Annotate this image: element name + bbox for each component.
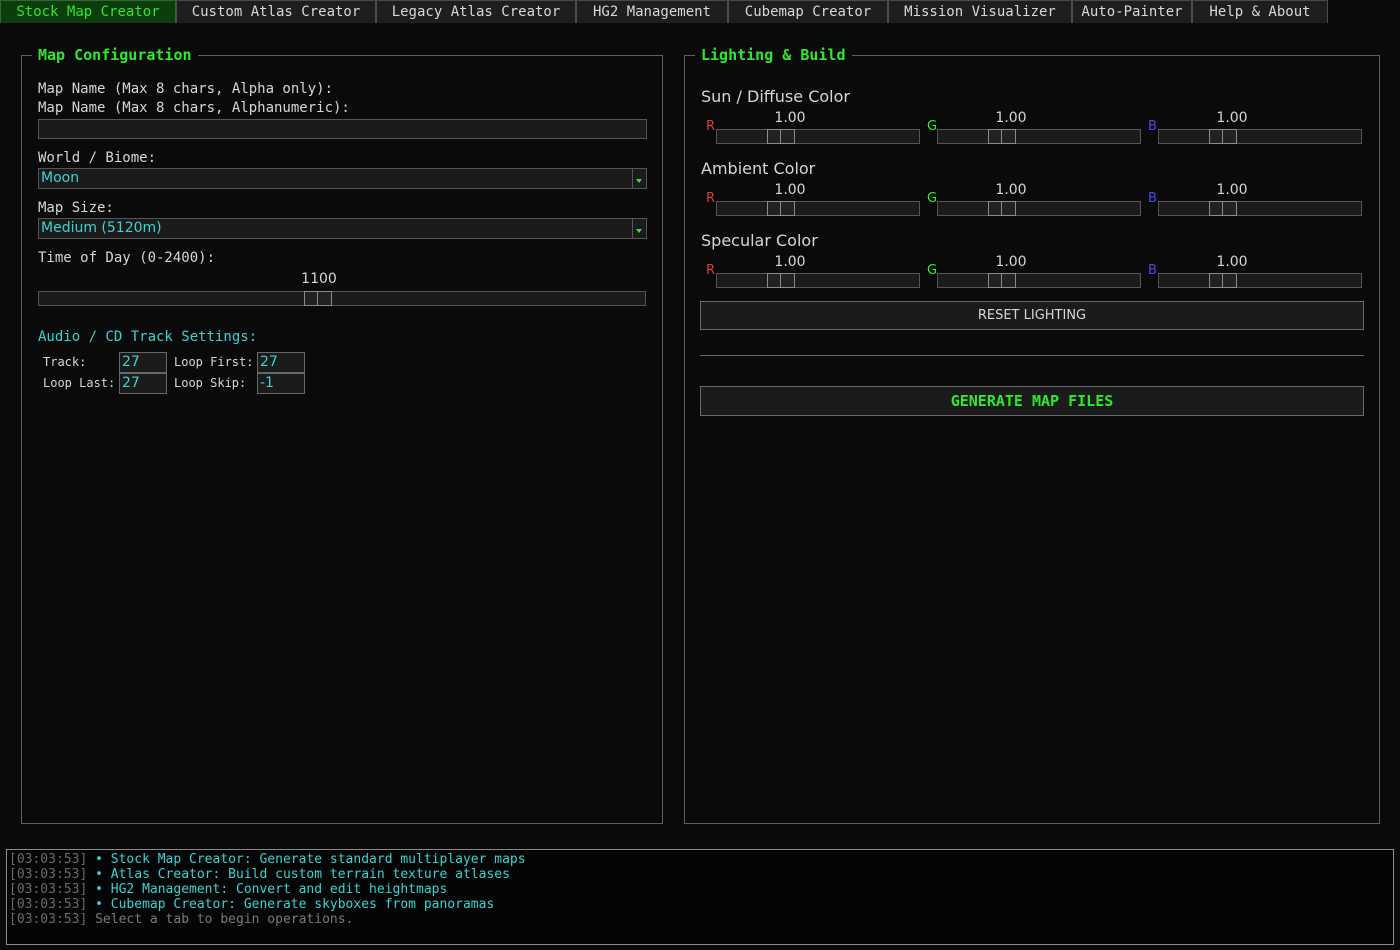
map-name-label-alnum: Map Name (Max 8 chars, Alphanumeric): (38, 100, 350, 116)
sun-g-slider[interactable] (937, 129, 1141, 144)
loop-skip-input[interactable]: -1 (257, 373, 305, 394)
green-channel-label: G (927, 119, 938, 134)
generate-map-files-button[interactable]: GENERATE MAP FILES (700, 386, 1364, 416)
ambient-title: Ambient Color (701, 159, 816, 178)
log-message: • Cubemap Creator: Generate skyboxes fro… (87, 897, 495, 912)
specular-b-slider[interactable] (1158, 273, 1362, 288)
tab-help-about[interactable]: Help & About (1192, 0, 1328, 23)
log-timestamp: [03:03:53] (9, 897, 88, 912)
ambient-g-slider[interactable] (937, 201, 1141, 216)
map-configuration-title: Map Configuration (32, 45, 198, 65)
log-line: [03:03:53] Select a tab to begin operati… (9, 912, 353, 927)
slider-handle[interactable] (1209, 129, 1237, 144)
ambient-r-slider[interactable] (716, 201, 920, 216)
specular-r-value: 1.00 (774, 254, 806, 270)
reset-lighting-button[interactable]: RESET LIGHTING (700, 301, 1364, 330)
map-size-value: Medium (5120m) (41, 220, 162, 236)
map-name-input[interactable] (38, 119, 647, 139)
track-input[interactable]: 27 (119, 352, 167, 373)
specular-r-slider[interactable] (716, 273, 920, 288)
loop-first-label: Loop First: (174, 355, 254, 369)
time-of-day-value: 1100 (301, 271, 337, 287)
map-size-select[interactable]: Medium (5120m) (38, 218, 647, 239)
sun-r-value: 1.00 (774, 110, 806, 126)
slider-handle[interactable] (767, 201, 795, 216)
red-channel-label: R (706, 191, 716, 206)
tab-mission-visualizer[interactable]: Mission Visualizer (888, 0, 1072, 23)
slider-handle[interactable] (988, 129, 1016, 144)
specular-g-slider[interactable] (937, 273, 1141, 288)
log-message: • HG2 Management: Convert and edit heigh… (87, 882, 448, 897)
chevron-down-icon[interactable] (632, 219, 646, 238)
tab-bar: Stock Map Creator Custom Atlas Creator L… (0, 0, 1400, 24)
log-timestamp: [03:03:53] (9, 852, 88, 867)
tab-custom-atlas-creator[interactable]: Custom Atlas Creator (176, 0, 376, 23)
specular-g-value: 1.00 (995, 254, 1027, 270)
slider-handle[interactable] (767, 273, 795, 288)
tab-auto-painter[interactable]: Auto-Painter (1072, 0, 1192, 23)
sun-r-slider[interactable] (716, 129, 920, 144)
log-message: Select a tab to begin operations. (87, 912, 354, 927)
loop-first-input[interactable]: 27 (257, 352, 305, 373)
red-channel-label: R (706, 263, 716, 278)
tab-stock-map-creator[interactable]: Stock Map Creator (0, 0, 176, 23)
ambient-b-slider[interactable] (1158, 201, 1362, 216)
loop-last-input[interactable]: 27 (119, 373, 167, 394)
log-timestamp: [03:03:53] (9, 867, 88, 882)
sun-b-slider[interactable] (1158, 129, 1362, 144)
specular-b-value: 1.00 (1216, 254, 1248, 270)
slider-handle[interactable] (767, 129, 795, 144)
slider-handle[interactable] (304, 291, 332, 306)
tab-hg2-management[interactable]: HG2 Management (576, 0, 728, 23)
blue-channel-label: B (1148, 119, 1157, 134)
green-channel-label: G (927, 263, 938, 278)
biome-select[interactable]: Moon (38, 168, 647, 189)
map-size-label: Map Size: (38, 200, 114, 216)
slider-handle[interactable] (1209, 273, 1237, 288)
sun-diffuse-title: Sun / Diffuse Color (701, 87, 850, 106)
log-console[interactable]: [03:03:53] • Stock Map Creator: Generate… (6, 849, 1394, 945)
sun-g-value: 1.00 (995, 110, 1027, 126)
tab-legacy-atlas-creator[interactable]: Legacy Atlas Creator (376, 0, 576, 23)
slider-handle[interactable] (988, 201, 1016, 216)
ambient-b-value: 1.00 (1216, 182, 1248, 198)
time-of-day-label: Time of Day (0-2400): (38, 250, 216, 266)
log-timestamp: [03:03:53] (9, 882, 88, 897)
log-line: [03:03:53] • Atlas Creator: Build custom… (9, 867, 510, 882)
tab-cubemap-creator[interactable]: Cubemap Creator (728, 0, 888, 23)
specular-title: Specular Color (701, 231, 818, 250)
audio-settings-header: Audio / CD Track Settings: (38, 329, 258, 345)
lighting-build-title: Lighting & Build (695, 45, 852, 65)
map-name-label-alpha: Map Name (Max 8 chars, Alpha only): (38, 81, 334, 97)
divider (700, 355, 1364, 356)
time-of-day-slider[interactable] (38, 291, 646, 306)
slider-handle[interactable] (1209, 201, 1237, 216)
log-line: [03:03:53] • Cubemap Creator: Generate s… (9, 897, 494, 912)
green-channel-label: G (927, 191, 938, 206)
log-timestamp: [03:03:53] (9, 912, 88, 927)
ambient-g-value: 1.00 (995, 182, 1027, 198)
log-line: [03:03:53] • HG2 Management: Convert and… (9, 882, 447, 897)
map-configuration-group: Map Configuration Map Name (Max 8 chars,… (21, 45, 663, 824)
log-message: • Atlas Creator: Build custom terrain te… (87, 867, 510, 882)
blue-channel-label: B (1148, 191, 1157, 206)
lighting-build-group: Lighting & Build Sun / Diffuse Color R 1… (684, 45, 1380, 824)
slider-handle[interactable] (988, 273, 1016, 288)
log-line: [03:03:53] • Stock Map Creator: Generate… (9, 852, 526, 867)
chevron-down-icon[interactable] (632, 169, 646, 188)
blue-channel-label: B (1148, 263, 1157, 278)
log-message: • Stock Map Creator: Generate standard m… (87, 852, 526, 867)
red-channel-label: R (706, 119, 716, 134)
track-label: Track: (43, 355, 87, 369)
sun-b-value: 1.00 (1216, 110, 1248, 126)
loop-skip-label: Loop Skip: (174, 376, 247, 390)
ambient-r-value: 1.00 (774, 182, 806, 198)
biome-label: World / Biome: (38, 150, 157, 166)
loop-last-label: Loop Last: (43, 376, 116, 390)
biome-value: Moon (41, 170, 80, 186)
